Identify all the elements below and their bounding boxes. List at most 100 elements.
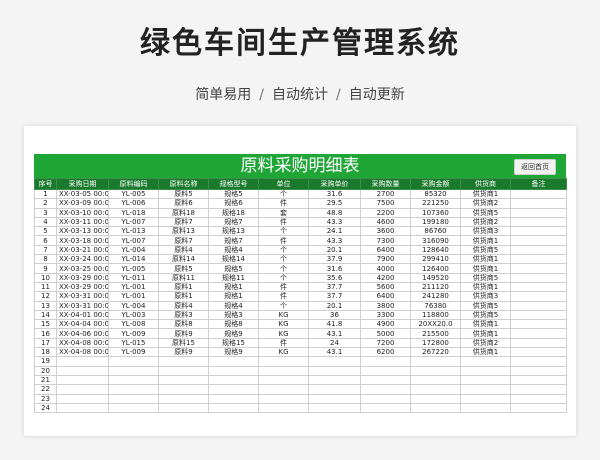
- table-cell[interactable]: [208, 393, 259, 404]
- table-cell[interactable]: 件: [258, 291, 309, 302]
- table-cell[interactable]: 16: [34, 328, 57, 339]
- table-cell[interactable]: 个: [258, 254, 309, 265]
- table-cell[interactable]: [108, 393, 159, 404]
- table-cell[interactable]: [410, 365, 461, 376]
- table-cell[interactable]: [510, 356, 567, 367]
- table-row[interactable]: 1 XX-03-05 00:00 YL-005 原料5 规格5 个 31.6 2700 8532…: [34, 188, 567, 200]
- table-cell[interactable]: XX-03-21 00:00: [56, 244, 109, 256]
- table-cell[interactable]: XX-03-11 00:00: [56, 216, 109, 228]
- table-cell[interactable]: 11: [34, 281, 57, 293]
- table-cell[interactable]: 31.6: [308, 263, 361, 274]
- table-cell[interactable]: 原料18: [158, 207, 209, 218]
- table-cell[interactable]: [208, 365, 259, 376]
- table-cell[interactable]: 规格7: [208, 235, 259, 246]
- table-cell[interactable]: 20: [34, 365, 57, 376]
- table-cell[interactable]: 规格13: [208, 226, 259, 237]
- table-cell[interactable]: 规格1: [208, 281, 259, 293]
- table-cell[interactable]: 原料1: [158, 291, 209, 302]
- table-cell[interactable]: [460, 384, 511, 395]
- table-cell[interactable]: XX-03-13 00:00: [56, 226, 109, 237]
- table-cell[interactable]: XX-03-24 00:00: [56, 254, 109, 265]
- table-cell[interactable]: 原料1: [158, 281, 209, 293]
- table-cell[interactable]: [308, 402, 361, 414]
- table-cell[interactable]: 17: [34, 337, 57, 349]
- table-cell[interactable]: 316090: [410, 235, 461, 246]
- table-cell[interactable]: 规格14: [208, 254, 259, 265]
- table-cell[interactable]: 85320: [410, 188, 461, 200]
- table-cell[interactable]: 24.1: [308, 226, 361, 237]
- table-cell[interactable]: 10: [34, 272, 57, 283]
- table-cell[interactable]: 供货商1: [460, 328, 511, 339]
- table-cell[interactable]: 原料9: [158, 328, 209, 339]
- table-cell[interactable]: [208, 374, 259, 386]
- table-cell[interactable]: [510, 226, 567, 237]
- table-cell[interactable]: 43.3: [308, 235, 361, 246]
- table-cell[interactable]: [360, 374, 411, 386]
- column-header[interactable]: 采购金额: [410, 178, 461, 190]
- table-cell[interactable]: [308, 384, 361, 395]
- table-cell[interactable]: YL-004: [108, 300, 159, 311]
- table-cell[interactable]: 4900: [360, 319, 411, 330]
- table-cell[interactable]: 1: [34, 188, 57, 200]
- table-cell[interactable]: [410, 393, 461, 404]
- table-cell[interactable]: 规格18: [208, 207, 259, 218]
- table-row[interactable]: 19: [34, 356, 567, 367]
- column-header[interactable]: 原料编码: [108, 178, 159, 190]
- table-cell[interactable]: 24: [34, 402, 57, 414]
- table-cell[interactable]: [510, 216, 567, 228]
- table-cell[interactable]: [510, 188, 567, 200]
- table-cell[interactable]: 35.6: [308, 272, 361, 283]
- table-cell[interactable]: [158, 374, 209, 386]
- table-cell[interactable]: [510, 235, 567, 246]
- table-cell[interactable]: XX-04-01 00:00: [56, 309, 109, 321]
- table-cell[interactable]: 个: [258, 188, 309, 200]
- table-cell[interactable]: 供货商2: [460, 198, 511, 209]
- table-cell[interactable]: [510, 347, 567, 358]
- table-cell[interactable]: 19: [34, 356, 57, 367]
- table-cell[interactable]: YL-008: [108, 319, 159, 330]
- table-cell[interactable]: KG: [258, 328, 309, 339]
- table-cell[interactable]: [108, 356, 159, 367]
- table-cell[interactable]: [56, 365, 109, 376]
- table-cell[interactable]: [510, 337, 567, 349]
- table-cell[interactable]: YL-001: [108, 291, 159, 302]
- column-header[interactable]: 采购数量: [360, 178, 411, 190]
- table-cell[interactable]: 规格4: [208, 244, 259, 256]
- table-cell[interactable]: 原料6: [158, 198, 209, 209]
- table-cell[interactable]: 原料3: [158, 309, 209, 321]
- table-cell[interactable]: 149520: [410, 272, 461, 283]
- table-cell[interactable]: [108, 374, 159, 386]
- column-header[interactable]: 原料名称: [158, 178, 209, 190]
- table-cell[interactable]: [208, 384, 259, 395]
- table-cell[interactable]: 6200: [360, 347, 411, 358]
- table-cell[interactable]: [410, 374, 461, 386]
- table-cell[interactable]: YL-015: [108, 337, 159, 349]
- table-cell[interactable]: 199180: [410, 216, 461, 228]
- table-row[interactable]: 16 XX-04-06 00:00 YL-009 原料9 规格9 KG 43.1 5000 21…: [34, 328, 567, 339]
- table-cell[interactable]: 41.8: [308, 319, 361, 330]
- table-cell[interactable]: [510, 384, 567, 395]
- table-cell[interactable]: 规格7: [208, 216, 259, 228]
- table-cell[interactable]: 套: [258, 207, 309, 218]
- table-cell[interactable]: 规格5: [208, 263, 259, 274]
- table-cell[interactable]: YL-013: [108, 226, 159, 237]
- table-cell[interactable]: YL-005: [108, 188, 159, 200]
- table-cell[interactable]: [460, 374, 511, 386]
- table-row[interactable]: 24: [34, 402, 567, 414]
- table-row[interactable]: 2 XX-03-09 00:00 YL-006 原料6 规格6 件 29.5 7500 2212…: [34, 198, 567, 209]
- table-cell[interactable]: 规格9: [208, 328, 259, 339]
- table-cell[interactable]: 规格6: [208, 198, 259, 209]
- table-cell[interactable]: [258, 402, 309, 414]
- table-cell[interactable]: [308, 393, 361, 404]
- table-cell[interactable]: [308, 356, 361, 367]
- table-cell[interactable]: [460, 356, 511, 367]
- table-cell[interactable]: XX-04-06 00:00: [56, 328, 109, 339]
- table-cell[interactable]: YL-014: [108, 254, 159, 265]
- table-cell[interactable]: 原料9: [158, 347, 209, 358]
- table-cell[interactable]: [56, 402, 109, 414]
- table-cell[interactable]: [360, 365, 411, 376]
- table-cell[interactable]: 267220: [410, 347, 461, 358]
- table-cell[interactable]: 21: [34, 374, 57, 386]
- table-cell[interactable]: [510, 291, 567, 302]
- table-cell[interactable]: [56, 374, 109, 386]
